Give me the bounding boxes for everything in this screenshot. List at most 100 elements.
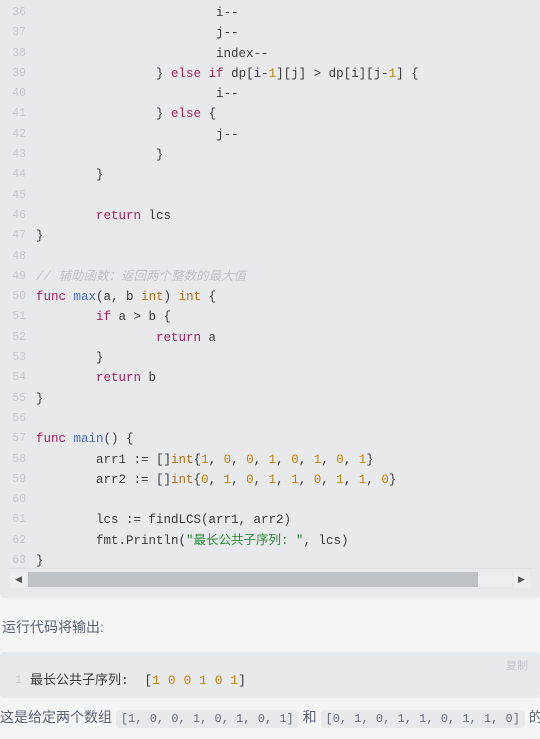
code-line-number: 56 — [12, 411, 26, 425]
code-line-text: j-- — [36, 125, 239, 145]
output-value: 1 — [152, 673, 161, 688]
output-value: 0 — [167, 673, 176, 688]
code-line: 50 func max(a, b int) int { — [0, 287, 540, 307]
code-token: 0 — [336, 452, 344, 467]
code-line-text: fmt.Println("最长公共子序列: ", lcs) — [36, 531, 349, 551]
code-token: { — [201, 290, 217, 305]
code-token: } — [36, 554, 44, 569]
code-line-text: func main() { — [36, 429, 134, 449]
code-line-text: } else if dp[i-1][j] > dp[i][j-1] { — [36, 64, 419, 84]
code-line: 37 j-- — [0, 23, 540, 43]
code-token: "最长公共子序列: " — [186, 533, 304, 548]
code-line-text: arr1 := []int{1, 0, 0, 1, 0, 1, 0, 1} — [36, 450, 374, 470]
output-text-suffix: ] — [238, 673, 246, 688]
code-line-text: arr2 := []int{0, 1, 0, 1, 1, 0, 1, 1, 0} — [36, 470, 396, 490]
scroll-right-arrow-icon[interactable]: ▶ — [513, 571, 530, 588]
code-line: 44 } — [0, 165, 540, 185]
code-line: 43 } — [0, 145, 540, 165]
copy-button[interactable]: 复制 — [506, 657, 528, 673]
code-line: 54 return b — [0, 368, 540, 388]
code-line-text: func max(a, b int) int { — [36, 287, 216, 307]
explanation-suffix: 的最长公共子 — [528, 709, 540, 725]
code-line-text — [36, 409, 44, 429]
code-token: index-- — [216, 46, 269, 61]
code-token: (arr1, arr2) — [201, 513, 292, 528]
code-line-text: return a — [36, 328, 216, 348]
code-token: // 辅助函数：返回两个整数的最大值 — [36, 269, 247, 284]
run-output-label: 运行代码将输出: — [2, 619, 104, 635]
code-line: 42 j-- — [0, 125, 540, 145]
explanation-array2-chip: [0, 1, 0, 1, 1, 0, 1, 1, 0] — [320, 710, 525, 728]
code-token: , — [208, 452, 224, 467]
code-line-number: 48 — [12, 249, 26, 263]
code-line-text: lcs := findLCS(arr1, arr2) — [36, 510, 291, 530]
code-line-number: 55 — [12, 391, 26, 405]
output-value: 1 — [199, 673, 207, 688]
code-line-text: } — [36, 165, 104, 185]
code-token: 1 — [291, 472, 299, 487]
code-token: j-- — [216, 26, 239, 41]
code-token: int — [171, 472, 194, 487]
code-line-number: 41 — [12, 107, 26, 121]
code-line-number: 51 — [12, 310, 26, 324]
code-token: max — [73, 290, 97, 305]
code-token: int — [171, 452, 194, 467]
code-line-number: 40 — [12, 87, 26, 101]
code-line: 56 — [0, 409, 540, 429]
code-horizontal-scrollbar[interactable]: ◀ ▶ — [8, 568, 532, 590]
code-line: 57 func main() { — [0, 429, 540, 449]
code-line-text: } — [36, 226, 44, 246]
code-lines-container: 36 i-- 37 j-- 38 index-- 39 } else if dp[i-… — [0, 0, 540, 571]
code-line-number: 57 — [12, 432, 26, 446]
code-line: 36 i-- — [0, 3, 540, 23]
code-token: , — [231, 472, 247, 487]
code-token: findLCS — [148, 513, 202, 528]
code-token: b — [141, 371, 157, 386]
scrollbar-track[interactable] — [28, 572, 512, 587]
code-line: 39 } else if dp[i-1][j] > dp[i][j-1] { — [0, 64, 540, 84]
code-line: 52 return a — [0, 328, 540, 348]
code-line: 40 i-- — [0, 84, 540, 104]
code-line: 53 } — [0, 348, 540, 368]
code-token: , — [276, 472, 292, 487]
output-line-number: 1 — [15, 674, 22, 687]
code-line-text: i-- — [36, 84, 239, 104]
code-line-text — [36, 490, 44, 510]
code-token: 0 — [381, 472, 389, 487]
code-token: , — [343, 452, 359, 467]
code-line-text: i-- — [36, 3, 239, 23]
code-token: else — [171, 66, 202, 81]
code-token: if — [96, 310, 112, 325]
code-token: { — [193, 472, 202, 487]
code-token: } — [388, 472, 397, 487]
code-line-text: index-- — [36, 44, 269, 64]
code-token: } — [36, 391, 44, 406]
code-line-number: 54 — [12, 371, 26, 385]
code-line: 62 fmt.Println("最长公共子序列: ", lcs) — [0, 531, 540, 551]
scrollbar-thumb[interactable] — [28, 572, 479, 587]
code-token: 1 — [201, 452, 209, 467]
output-value: 1 — [230, 673, 239, 688]
code-line-number: 42 — [12, 127, 26, 141]
code-token: } — [366, 452, 374, 467]
code-token: , — [321, 452, 337, 467]
code-line: 58 arr1 := []int{1, 0, 0, 1, 0, 1, 0, 1} — [0, 450, 540, 470]
explanation-middle: 和 — [298, 709, 321, 725]
code-token: i-- — [216, 87, 239, 102]
code-token: 1 — [336, 472, 344, 487]
code-token: return — [96, 208, 142, 223]
scroll-left-arrow-icon[interactable]: ◀ — [10, 571, 27, 588]
code-token: , — [298, 472, 314, 487]
code-line-number: 49 — [12, 269, 26, 283]
code-token: else — [171, 107, 202, 122]
code-line-number: 37 — [12, 26, 26, 40]
code-line-number: 47 — [12, 229, 26, 243]
output-value: 0 — [214, 673, 223, 688]
code-line-number: 60 — [12, 493, 26, 507]
code-token: , — [276, 452, 292, 467]
code-token: return — [156, 330, 202, 345]
code-token: int — [141, 290, 164, 305]
code-token: i-- — [216, 6, 239, 20]
